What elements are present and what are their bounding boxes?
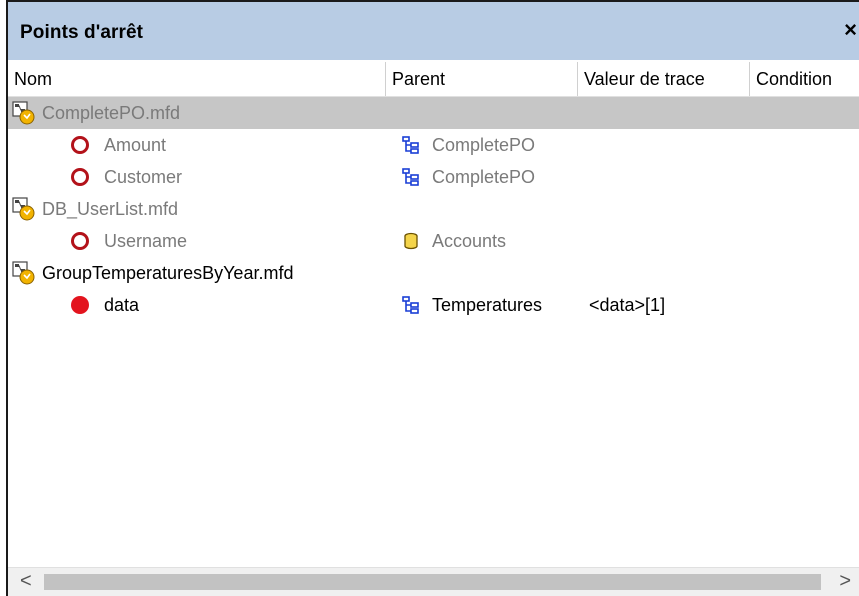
breakpoint-disabled-icon[interactable] bbox=[71, 232, 89, 250]
panel-titlebar: Points d'arrêt × bbox=[8, 2, 859, 60]
parent-name: CompletePO bbox=[432, 167, 536, 187]
mapping-file-icon bbox=[12, 197, 35, 221]
file-name: GroupTemperaturesByYear.mfd bbox=[42, 263, 294, 283]
panel-title: Points d'arrêt bbox=[20, 22, 144, 43]
breakpoint-row-data[interactable]: data Temperatures <data>[1] bbox=[8, 289, 859, 321]
column-header-trace-value[interactable]: Valeur de trace bbox=[578, 62, 750, 96]
file-name: DB_UserList.mfd bbox=[42, 199, 179, 219]
mapping-file-icon bbox=[12, 101, 35, 125]
scrollbar-thumb[interactable] bbox=[44, 574, 821, 590]
column-header-row: Nom Parent Valeur de trace Condition bbox=[8, 62, 859, 97]
breakpoint-name: Customer bbox=[104, 167, 183, 187]
column-header-name[interactable]: Nom bbox=[8, 62, 386, 96]
breakpoint-name: Amount bbox=[104, 135, 167, 155]
breakpoint-name: Username bbox=[104, 231, 188, 251]
breakpoint-name: data bbox=[104, 295, 140, 315]
file-name: CompletePO.mfd bbox=[42, 103, 181, 123]
schema-tree-icon bbox=[402, 136, 419, 154]
breakpoint-disabled-icon[interactable] bbox=[71, 168, 89, 186]
database-icon bbox=[404, 232, 418, 250]
close-button[interactable]: × bbox=[844, 19, 857, 41]
file-row-db-userlist[interactable]: DB_UserList.mfd bbox=[8, 193, 859, 225]
breakpoints-panel: Points d'arrêt × Nom Parent Valeur de tr… bbox=[6, 0, 859, 596]
breakpoint-row-username[interactable]: Username Accounts bbox=[8, 225, 859, 257]
column-header-parent[interactable]: Parent bbox=[386, 62, 578, 96]
scroll-right-arrow[interactable]: > bbox=[839, 570, 851, 593]
file-row-grouptemperatures[interactable]: GroupTemperaturesByYear.mfd bbox=[8, 257, 859, 289]
parent-name: Temperatures bbox=[432, 295, 543, 315]
parent-name: Accounts bbox=[432, 231, 507, 251]
parent-name: CompletePO bbox=[432, 135, 536, 155]
trace-value: <data>[1] bbox=[589, 295, 666, 315]
breakpoint-row-customer[interactable]: Customer CompletePO bbox=[8, 161, 859, 193]
horizontal-scrollbar[interactable]: < > bbox=[8, 567, 859, 596]
scroll-left-arrow[interactable]: < bbox=[20, 570, 32, 593]
breakpoint-enabled-icon[interactable] bbox=[71, 296, 89, 314]
file-row-completepo[interactable]: CompletePO.mfd bbox=[8, 97, 859, 129]
schema-tree-icon bbox=[402, 168, 419, 186]
column-header-condition[interactable]: Condition bbox=[750, 62, 859, 96]
breakpoint-disabled-icon[interactable] bbox=[71, 136, 89, 154]
breakpoint-row-amount[interactable]: Amount CompletePO bbox=[8, 129, 859, 161]
schema-tree-icon bbox=[402, 296, 419, 314]
mapping-file-icon bbox=[12, 261, 35, 285]
